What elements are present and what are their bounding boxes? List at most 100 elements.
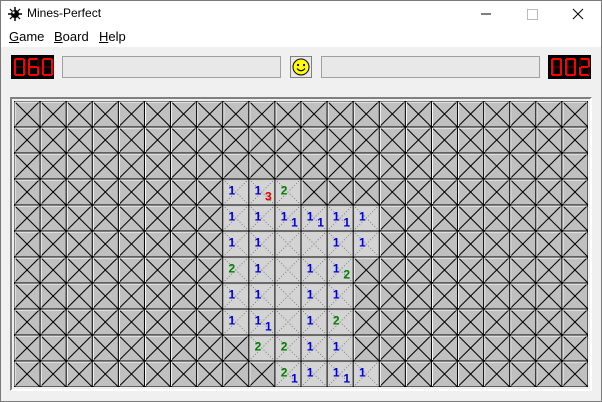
covered-tile[interactable] [483, 282, 511, 310]
covered-tile[interactable] [14, 282, 41, 310]
opened-tile[interactable] [248, 334, 276, 362]
opened-tile[interactable] [248, 282, 276, 310]
covered-tile[interactable] [405, 204, 432, 232]
covered-tile[interactable] [196, 308, 224, 336]
opened-tile[interactable] [352, 360, 380, 387]
covered-tile[interactable] [14, 334, 41, 362]
covered-tile[interactable] [378, 308, 406, 336]
covered-tile[interactable] [378, 230, 406, 258]
covered-tile[interactable] [535, 334, 563, 362]
covered-tile[interactable] [378, 282, 406, 310]
covered-tile[interactable] [248, 126, 276, 154]
covered-tile[interactable] [405, 126, 432, 154]
opened-tile[interactable] [274, 178, 302, 206]
covered-tile[interactable] [483, 308, 511, 336]
covered-tile[interactable] [483, 178, 511, 206]
covered-tile[interactable] [352, 101, 380, 128]
covered-tile[interactable] [431, 178, 458, 206]
covered-tile[interactable] [65, 334, 93, 362]
covered-tile[interactable] [170, 360, 197, 387]
covered-tile[interactable] [457, 101, 484, 128]
covered-tile[interactable] [118, 282, 145, 310]
covered-tile[interactable] [222, 334, 250, 362]
covered-tile[interactable] [144, 178, 171, 206]
covered-tile[interactable] [170, 308, 197, 336]
covered-tile[interactable] [39, 230, 67, 258]
maximize-button[interactable] [509, 1, 555, 27]
covered-tile[interactable] [196, 334, 224, 362]
covered-tile[interactable] [170, 204, 197, 232]
covered-tile[interactable] [196, 204, 224, 232]
covered-tile[interactable] [431, 308, 458, 336]
covered-tile[interactable] [65, 152, 93, 180]
covered-tile[interactable] [326, 152, 354, 180]
opened-tile[interactable] [352, 204, 380, 232]
covered-tile[interactable] [352, 152, 380, 180]
covered-tile[interactable] [483, 334, 511, 362]
covered-tile[interactable] [378, 101, 406, 128]
menu-help[interactable]: Help [99, 29, 126, 44]
covered-tile[interactable] [483, 204, 511, 232]
covered-tile[interactable] [65, 282, 93, 310]
covered-tile[interactable] [65, 230, 93, 258]
covered-tile[interactable] [378, 152, 406, 180]
covered-tile[interactable] [535, 256, 563, 284]
covered-tile[interactable] [535, 308, 563, 336]
covered-tile[interactable] [248, 152, 276, 180]
opened-tile[interactable] [274, 308, 302, 336]
covered-tile[interactable] [274, 101, 302, 128]
covered-tile[interactable] [561, 334, 588, 362]
covered-tile[interactable] [509, 152, 537, 180]
covered-tile[interactable] [535, 178, 563, 206]
covered-tile[interactable] [222, 360, 250, 387]
covered-tile[interactable] [14, 178, 41, 206]
covered-tile[interactable] [248, 101, 276, 128]
covered-tile[interactable] [222, 101, 250, 128]
covered-tile[interactable] [118, 126, 145, 154]
covered-tile[interactable] [457, 360, 484, 387]
covered-tile[interactable] [431, 101, 458, 128]
covered-tile[interactable] [509, 178, 537, 206]
covered-tile[interactable] [65, 256, 93, 284]
covered-tile[interactable] [222, 126, 250, 154]
covered-tile[interactable] [405, 256, 432, 284]
covered-tile[interactable] [196, 256, 224, 284]
menu-game[interactable]: Game [9, 29, 44, 44]
covered-tile[interactable] [144, 152, 171, 180]
covered-tile[interactable] [196, 360, 224, 387]
covered-tile[interactable] [535, 101, 563, 128]
covered-tile[interactable] [300, 152, 328, 180]
covered-tile[interactable] [431, 204, 458, 232]
covered-tile[interactable] [509, 360, 537, 387]
covered-tile[interactable] [457, 282, 484, 310]
covered-tile[interactable] [352, 308, 380, 336]
covered-tile[interactable] [91, 334, 119, 362]
opened-tile[interactable] [222, 204, 250, 232]
covered-tile[interactable] [405, 334, 432, 362]
covered-tile[interactable] [14, 308, 41, 336]
covered-tile[interactable] [457, 126, 484, 154]
covered-tile[interactable] [274, 152, 302, 180]
covered-tile[interactable] [405, 152, 432, 180]
covered-tile[interactable] [561, 308, 588, 336]
covered-tile[interactable] [326, 126, 354, 154]
covered-tile[interactable] [118, 230, 145, 258]
covered-tile[interactable] [14, 101, 41, 128]
covered-tile[interactable] [14, 256, 41, 284]
covered-tile[interactable] [91, 178, 119, 206]
covered-tile[interactable] [509, 282, 537, 310]
covered-tile[interactable] [509, 126, 537, 154]
covered-tile[interactable] [39, 256, 67, 284]
covered-tile[interactable] [196, 178, 224, 206]
covered-tile[interactable] [378, 126, 406, 154]
opened-tile[interactable] [274, 256, 302, 284]
covered-tile[interactable] [378, 360, 406, 387]
covered-tile[interactable] [483, 101, 511, 128]
covered-tile[interactable] [196, 282, 224, 310]
covered-tile[interactable] [196, 101, 224, 128]
covered-tile[interactable] [378, 204, 406, 232]
covered-tile[interactable] [91, 308, 119, 336]
covered-tile[interactable] [39, 308, 67, 336]
opened-tile[interactable] [248, 204, 276, 232]
opened-tile[interactable] [326, 334, 354, 362]
